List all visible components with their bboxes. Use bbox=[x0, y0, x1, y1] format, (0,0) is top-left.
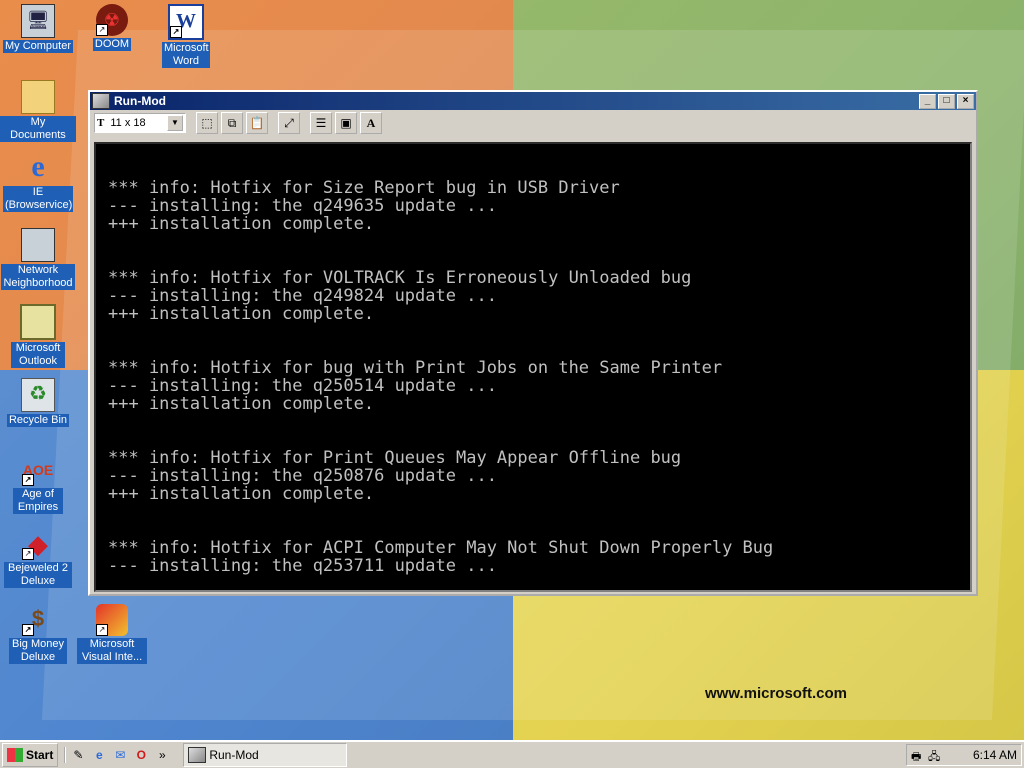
console-line-info: *** info: Hotfix for bug with Print Jobs… bbox=[108, 358, 723, 378]
bejeweled-icon: ◆ ↗ bbox=[22, 528, 54, 560]
run-mod-window[interactable]: Run-Mod _ □ × T 11 x 18 ▼ ⬚ ⧉ 📋 ⤢ ☰ ▣ A … bbox=[88, 90, 978, 596]
app-icon bbox=[92, 93, 110, 109]
minimize-button[interactable]: _ bbox=[919, 93, 936, 109]
desktop-icon-doom[interactable]: ☢ ↗ DOOM bbox=[74, 4, 150, 51]
desktop-icon-my-documents[interactable]: My Documents bbox=[0, 80, 76, 142]
network-icon bbox=[21, 228, 55, 262]
console-line-info: *** info: Hotfix for VOLTRACK Is Erroneo… bbox=[108, 268, 692, 288]
console-line-done: +++ installation complete. bbox=[108, 484, 375, 504]
copy-icon[interactable]: ⧉ bbox=[221, 112, 243, 134]
console-line-info: *** info: Hotfix for Print Queues May Ap… bbox=[108, 448, 682, 468]
desktop-icon-label: My Documents bbox=[0, 116, 76, 142]
desktop-icon-recycle-bin[interactable]: ♻ Recycle Bin bbox=[0, 378, 76, 427]
quick-launch: ✎ e ✉ O » bbox=[64, 747, 175, 763]
truetype-icon: T bbox=[97, 117, 105, 129]
background-icon[interactable]: ▣ bbox=[335, 112, 357, 134]
desktop-icon-label: My Computer bbox=[2, 40, 74, 53]
window-titlebar[interactable]: Run-Mod _ □ × bbox=[90, 92, 976, 110]
font-size-value: 11 x 18 bbox=[110, 117, 146, 129]
visual-interdev-icon: ↗ bbox=[96, 604, 128, 636]
notepad-icon[interactable]: ✎ bbox=[70, 747, 86, 763]
clock: 6:14 AM bbox=[972, 748, 1017, 762]
desktop-icon-label: Bejeweled 2 Deluxe bbox=[4, 562, 72, 588]
desktop-icon-label: Microsoft Visual Inte... bbox=[77, 638, 147, 664]
full-screen-icon[interactable]: ⤢ bbox=[278, 112, 300, 134]
quicklaunch-more-button[interactable]: » bbox=[154, 747, 170, 763]
font-size-select[interactable]: T 11 x 18 ▼ bbox=[94, 113, 186, 133]
opera-icon[interactable]: O bbox=[133, 747, 149, 763]
desktop-icon-age-of-empires[interactable]: AOE ↗ Age of Empires bbox=[0, 454, 76, 514]
windows-logo-icon bbox=[7, 748, 23, 762]
start-label: Start bbox=[26, 748, 54, 762]
mark-icon[interactable]: ⬚ bbox=[196, 112, 218, 134]
desktop-icon-label: Age of Empires bbox=[13, 488, 63, 514]
desktop-icon-microsoft-word[interactable]: W ↗ Microsoft Word bbox=[148, 4, 224, 68]
console-line-done: +++ installation complete. bbox=[108, 214, 375, 234]
app-icon bbox=[188, 747, 207, 763]
tray-network-icon[interactable]: 🖧 bbox=[928, 748, 942, 763]
my-computer-icon: 🖥 bbox=[21, 4, 55, 38]
console-output[interactable]: *** info: Hotfix for Size Report bug in … bbox=[94, 142, 972, 592]
console-text: *** info: Hotfix for Size Report bug in … bbox=[96, 144, 970, 575]
desktop-icon-network-neighborhood[interactable]: Network Neighborhood bbox=[0, 228, 76, 290]
console-line-done: +++ installation complete. bbox=[108, 394, 375, 414]
tray-printer-icon[interactable]: 🖶 bbox=[911, 748, 925, 763]
chevron-down-icon[interactable]: ▼ bbox=[167, 115, 183, 131]
ie-icon[interactable]: e bbox=[91, 747, 107, 763]
big-money-icon: $ ↗ bbox=[22, 604, 54, 636]
desktop-icon-label: Network Neighborhood bbox=[1, 264, 75, 290]
word-icon: W ↗ bbox=[168, 4, 204, 40]
console-line-install: --- installing: the q249824 update ... bbox=[108, 286, 497, 306]
desktop-icon-label: DOOM bbox=[92, 38, 132, 51]
paste-icon[interactable]: 📋 bbox=[246, 112, 268, 134]
wallpaper-url-text: www.microsoft.com bbox=[705, 685, 847, 702]
font-icon[interactable]: A bbox=[360, 112, 382, 134]
desktop-icon-my-computer[interactable]: 🖥 My Computer bbox=[0, 4, 76, 53]
console-line-install: --- installing: the q253711 update ... bbox=[108, 556, 497, 576]
age-of-empires-icon: AOE ↗ bbox=[22, 462, 54, 486]
taskbar-item-run-mod[interactable]: Run-Mod bbox=[183, 743, 348, 767]
doom-icon: ☢ ↗ bbox=[96, 4, 128, 36]
console-line-done: +++ installation complete. bbox=[108, 304, 375, 324]
maximize-button[interactable]: □ bbox=[938, 93, 955, 109]
desktop-icon-label: Microsoft Word bbox=[162, 42, 210, 68]
close-button[interactable]: × bbox=[957, 93, 974, 109]
desktop-icon-label: Microsoft Outlook bbox=[11, 342, 65, 368]
desktop-icon-label: IE (Browservice) bbox=[3, 186, 73, 212]
folder-icon bbox=[21, 80, 55, 114]
taskbar: Start ✎ e ✉ O » Run-Mod 🖶 🖧 6:14 AM bbox=[0, 740, 1024, 768]
properties-icon[interactable]: ☰ bbox=[310, 112, 332, 134]
console-line-install: --- installing: the q250876 update ... bbox=[108, 466, 497, 486]
desktop-icon-label: Recycle Bin bbox=[6, 414, 70, 427]
console-line-info: *** info: Hotfix for Size Report bug in … bbox=[108, 178, 620, 198]
console-line-install: --- installing: the q250514 update ... bbox=[108, 376, 497, 396]
desktop-icon-microsoft-visual-inte[interactable]: ↗ Microsoft Visual Inte... bbox=[74, 604, 150, 664]
window-toolbar: T 11 x 18 ▼ ⬚ ⧉ 📋 ⤢ ☰ ▣ A bbox=[90, 110, 976, 136]
outlook-express-icon[interactable]: ✉ bbox=[112, 747, 128, 763]
console-line-install: --- installing: the q249635 update ... bbox=[108, 196, 497, 216]
internet-explorer-icon: e bbox=[31, 150, 45, 183]
window-title: Run-Mod bbox=[114, 94, 166, 108]
desktop-icon-microsoft-outlook[interactable]: Microsoft Outlook bbox=[0, 304, 76, 368]
desktop-icon-big-money[interactable]: $ ↗ Big Money Deluxe bbox=[0, 604, 76, 664]
start-button[interactable]: Start bbox=[2, 743, 59, 767]
taskbar-item-label: Run-Mod bbox=[209, 748, 259, 762]
desktop-icon-bejeweled-2[interactable]: ◆ ↗ Bejeweled 2 Deluxe bbox=[0, 528, 76, 588]
recycle-bin-icon: ♻ bbox=[21, 378, 55, 412]
console-line-info: *** info: Hotfix for ACPI Computer May N… bbox=[108, 538, 774, 558]
outlook-icon bbox=[20, 304, 56, 340]
desktop-icon-ie-browservice[interactable]: e IE (Browservice) bbox=[0, 152, 76, 212]
system-tray: 🖶 🖧 6:14 AM bbox=[906, 744, 1022, 766]
desktop-icon-label: Big Money Deluxe bbox=[9, 638, 67, 664]
